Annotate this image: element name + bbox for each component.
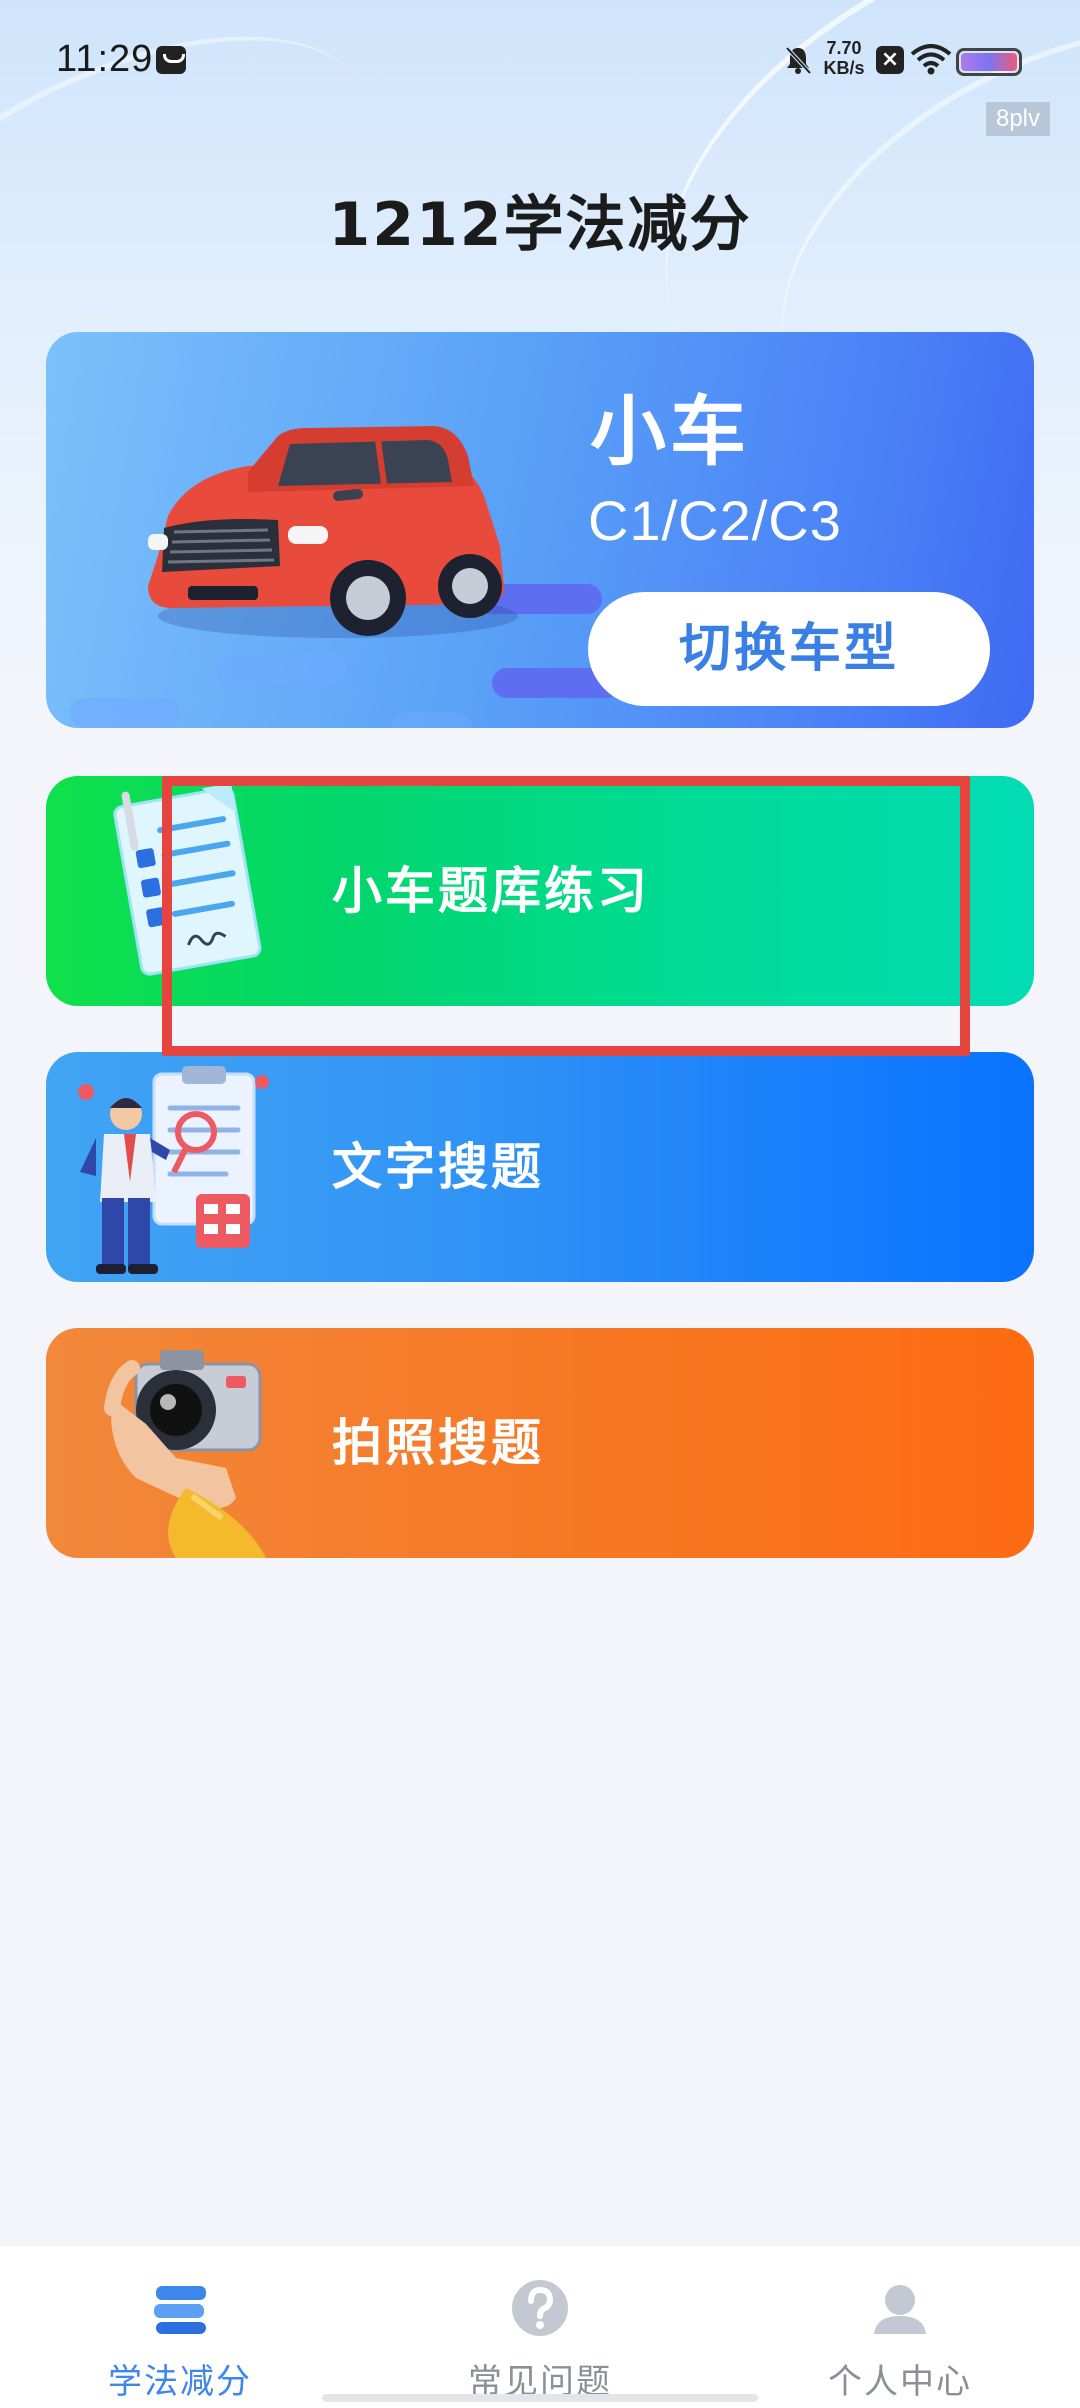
- wifi-icon: [910, 44, 952, 75]
- nav-item-profile[interactable]: 个人中心: [720, 2246, 1080, 2408]
- network-speed: 7.70 KB/s: [822, 38, 866, 78]
- question-icon: [512, 2280, 568, 2336]
- home-indicator[interactable]: [322, 2394, 758, 2402]
- switch-vehicle-button[interactable]: 切换车型: [588, 592, 990, 706]
- nav-label-profile: 个人中心: [828, 2362, 972, 2402]
- app-screen: 11:29 7.70 KB/s × 8plv 1212学法减分 小车 C1/C2…: [0, 0, 1080, 2408]
- close-box-icon: ×: [876, 46, 904, 74]
- vehicle-title: 小车: [590, 387, 750, 476]
- notification-app-icon: [156, 46, 186, 74]
- vehicle-type-card: 小车 C1/C2/C3 切换车型: [46, 332, 1034, 728]
- status-time: 11:29: [56, 38, 154, 80]
- highlight-annotation-box: [162, 776, 970, 1056]
- network-speed-value: 7.70: [826, 38, 862, 58]
- nav-item-faq[interactable]: 常见问题: [360, 2246, 720, 2408]
- clipboard-person-icon: [78, 1066, 269, 1274]
- status-bar: 11:29 7.70 KB/s ×: [0, 0, 1080, 120]
- mute-bell-icon: [785, 46, 812, 75]
- photo-search-label: 拍照搜题: [332, 1414, 544, 1472]
- network-speed-unit: KB/s: [823, 58, 865, 78]
- user-icon: [874, 2285, 926, 2334]
- bottom-navigation: 学法减分 常见问题 个人中心: [0, 2246, 1080, 2408]
- study-icon: [154, 2286, 206, 2334]
- camera-hand-icon: [104, 1350, 266, 1558]
- car-illustration: [148, 426, 518, 638]
- battery-icon: [956, 48, 1022, 76]
- nav-label-study: 学法减分: [108, 2362, 252, 2402]
- photo-search-card[interactable]: 拍照搜题: [46, 1328, 1034, 1558]
- license-classes: C1/C2/C3: [588, 489, 842, 552]
- overlay-badge: 8plv: [986, 102, 1050, 136]
- nav-item-study[interactable]: 学法减分: [0, 2246, 360, 2408]
- page-title: 1212学法减分: [328, 190, 752, 260]
- text-search-card[interactable]: 文字搜题: [46, 1052, 1034, 1282]
- text-search-label: 文字搜题: [332, 1138, 544, 1196]
